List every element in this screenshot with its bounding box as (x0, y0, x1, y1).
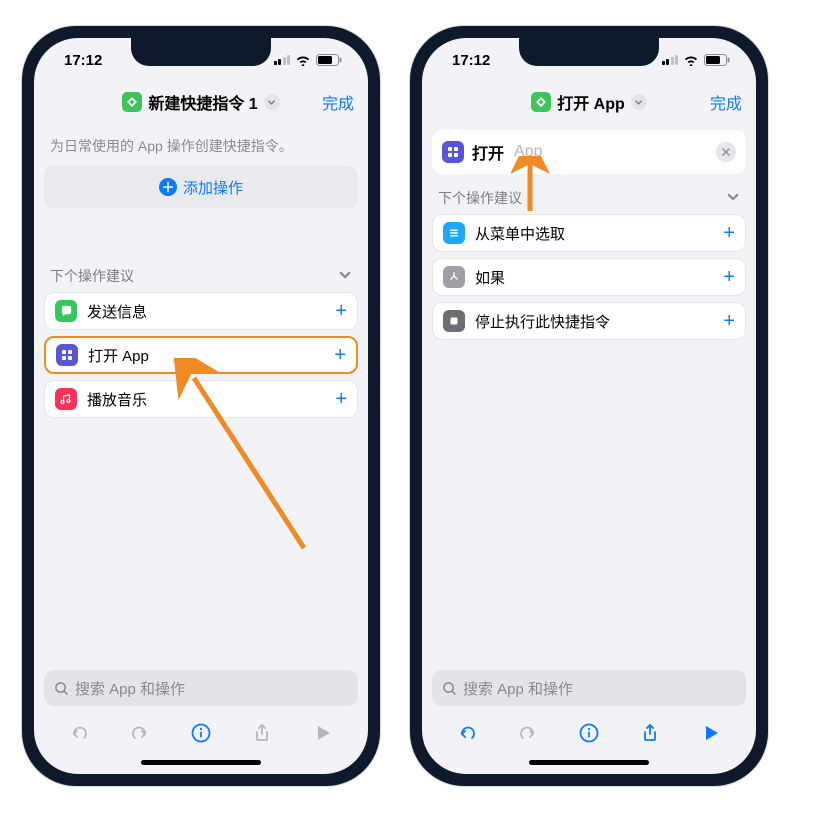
suggestion-row[interactable]: 播放音乐 + (44, 380, 358, 418)
nav-bar: 打开 App 完成 (422, 82, 756, 122)
battery-icon (316, 54, 342, 66)
search-placeholder: 搜索 App 和操作 (75, 678, 185, 699)
home-indicator (422, 756, 756, 774)
plus-icon[interactable]: + (334, 344, 346, 367)
status-bar: 17:12 (422, 38, 756, 82)
wifi-icon (295, 54, 311, 66)
battery-icon (704, 54, 730, 66)
toolbar (34, 712, 368, 756)
share-button[interactable] (248, 719, 276, 747)
done-button[interactable]: 完成 (710, 90, 742, 114)
grid-icon (442, 141, 464, 163)
content-left: 为日常使用的 App 操作创建快捷指令。 ＋ 添加操作 下个操作建议 发送信息 (34, 122, 368, 664)
phone-left: 17:12 新建快捷指令 1 完成 (22, 26, 380, 786)
suggestions-list: 发送信息 + 打开 App + 播放音乐 + (44, 292, 358, 418)
music-icon (55, 388, 77, 410)
suggestions-header[interactable]: 下个操作建议 (44, 266, 358, 292)
hint-text: 为日常使用的 App 操作创建快捷指令。 (44, 130, 358, 166)
status-icons (274, 54, 343, 66)
search-icon (54, 681, 69, 696)
suggestion-label: 从菜单中选取 (475, 223, 713, 244)
plus-circle-icon: ＋ (159, 178, 177, 196)
search-input[interactable]: 搜索 App 和操作 (432, 670, 746, 706)
undo-button[interactable] (65, 719, 93, 747)
suggestion-label: 如果 (475, 267, 713, 288)
stop-icon (443, 310, 465, 332)
suggestions-title: 下个操作建议 (438, 188, 522, 208)
action-param[interactable]: App (514, 143, 542, 161)
suggestion-row[interactable]: 从菜单中选取 + (432, 214, 746, 252)
add-action-button[interactable]: ＋ 添加操作 (44, 166, 358, 208)
info-button[interactable] (575, 719, 603, 747)
home-indicator (34, 756, 368, 774)
action-verb: 打开 (472, 140, 504, 164)
search-input[interactable]: 搜索 App 和操作 (44, 670, 358, 706)
status-bar: 17:12 (34, 38, 368, 82)
chevron-down-icon (631, 94, 647, 110)
action-card-open-app[interactable]: 打开 App (432, 130, 746, 174)
menu-icon (443, 222, 465, 244)
nav-title-text: 打开 App (557, 90, 625, 114)
chevron-down-icon (726, 190, 740, 207)
wifi-icon (683, 54, 699, 66)
plus-icon[interactable]: + (335, 388, 347, 411)
suggestion-row[interactable]: 发送信息 + (44, 292, 358, 330)
info-button[interactable] (187, 719, 215, 747)
shortcuts-icon (531, 92, 551, 112)
suggestions-list: 从菜单中选取 + 如果 + 停止执行此快捷指令 + (432, 214, 746, 340)
suggestion-row[interactable]: 停止执行此快捷指令 + (432, 302, 746, 340)
content-right: 打开 App 下个操作建议 从菜单中选取 + (422, 122, 756, 664)
status-icons (662, 54, 731, 66)
plus-icon[interactable]: + (335, 300, 347, 323)
branch-icon (443, 266, 465, 288)
suggestions-header[interactable]: 下个操作建议 (432, 188, 746, 214)
undo-button[interactable] (453, 719, 481, 747)
suggestion-label: 发送信息 (87, 301, 325, 322)
suggestion-row[interactable]: 如果 + (432, 258, 746, 296)
phone-right: 17:12 打开 App 完成 (410, 26, 768, 786)
search-placeholder: 搜索 App 和操作 (463, 678, 573, 699)
redo-button[interactable] (514, 719, 542, 747)
search-icon (442, 681, 457, 696)
chat-icon (55, 300, 77, 322)
toolbar (422, 712, 756, 756)
chevron-down-icon (338, 268, 352, 285)
play-button[interactable] (697, 719, 725, 747)
screen-left: 17:12 新建快捷指令 1 完成 (34, 38, 368, 774)
nav-title[interactable]: 新建快捷指令 1 (122, 90, 279, 114)
play-button[interactable] (309, 719, 337, 747)
suggestion-label: 打开 App (88, 345, 324, 366)
status-time: 17:12 (452, 52, 512, 69)
share-button[interactable] (636, 719, 664, 747)
plus-icon[interactable]: + (723, 266, 735, 289)
nav-title[interactable]: 打开 App (531, 90, 647, 114)
screen-right: 17:12 打开 App 完成 (422, 38, 756, 774)
nav-title-text: 新建快捷指令 1 (148, 90, 257, 114)
done-button[interactable]: 完成 (322, 90, 354, 114)
signal-icon (274, 55, 291, 65)
redo-button[interactable] (126, 719, 154, 747)
suggestion-row-open-app[interactable]: 打开 App + (44, 336, 358, 374)
plus-icon[interactable]: + (723, 310, 735, 333)
signal-icon (662, 55, 679, 65)
suggestions-title: 下个操作建议 (50, 266, 134, 286)
grid-icon (56, 344, 78, 366)
suggestion-label: 播放音乐 (87, 389, 325, 410)
shortcuts-icon (122, 92, 142, 112)
add-action-label: 添加操作 (183, 177, 243, 198)
suggestion-label: 停止执行此快捷指令 (475, 311, 713, 332)
plus-icon[interactable]: + (723, 222, 735, 245)
status-time: 17:12 (64, 52, 124, 69)
remove-action-button[interactable] (716, 142, 736, 162)
chevron-down-icon (264, 94, 280, 110)
nav-bar: 新建快捷指令 1 完成 (34, 82, 368, 122)
